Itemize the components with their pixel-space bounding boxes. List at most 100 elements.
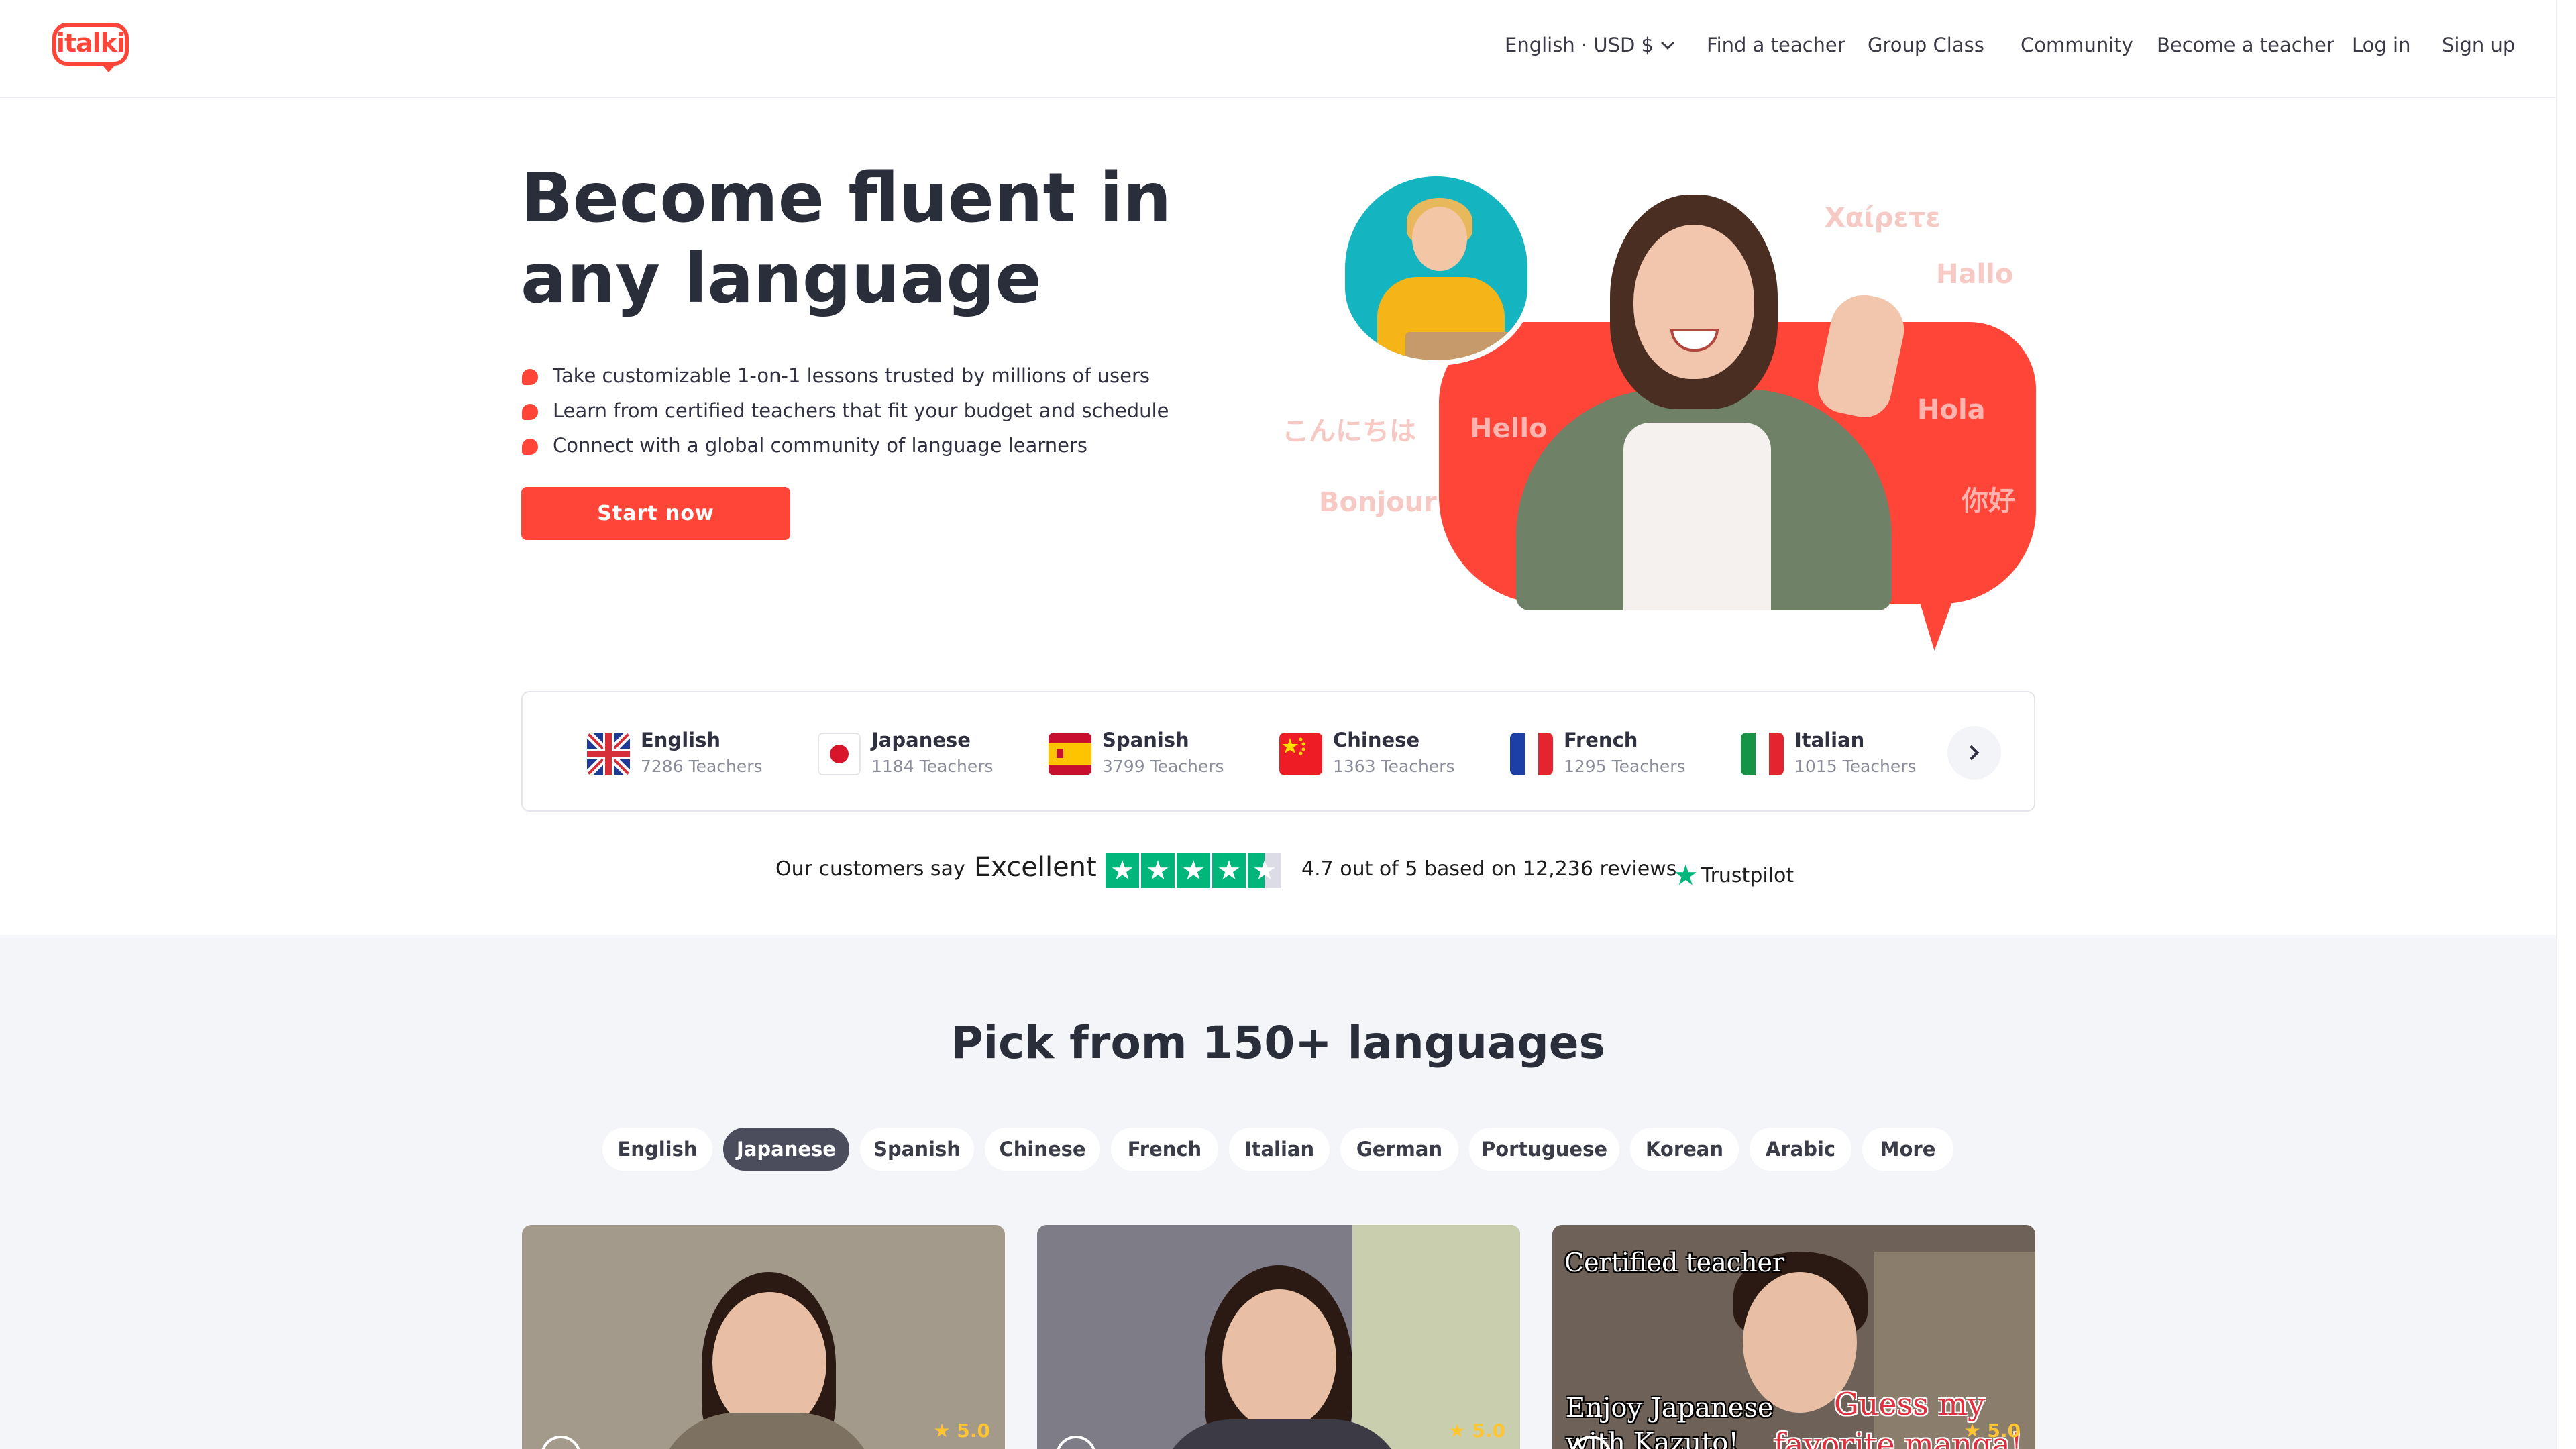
logo-text: italki <box>56 28 125 58</box>
bullet-text: Learn from certified teachers that fit y… <box>553 399 1169 422</box>
star-icon: ★ <box>1448 1419 1472 1442</box>
teacher-video-card[interactable]: ★ 5.0 <box>522 1225 1005 1449</box>
rating-value: 5.0 <box>1472 1419 1505 1442</box>
rating-value: 5.0 <box>957 1419 990 1442</box>
trustpilot-summary[interactable]: 4.7 out of 5 based on 12,236 reviews <box>1301 857 1676 881</box>
pill-german[interactable]: German <box>1340 1128 1458 1171</box>
star-icon: ★ <box>1106 853 1139 888</box>
chevron-down-icon <box>1661 36 1674 50</box>
pill-arabic[interactable]: Arabic <box>1750 1128 1851 1171</box>
greeting-german: Hallo <box>1936 259 2014 290</box>
nav-community[interactable]: Community <box>2021 34 2133 56</box>
scrollbar[interactable] <box>2556 0 2576 1449</box>
play-icon[interactable] <box>1056 1436 1096 1449</box>
lang-count: 1015 Teachers <box>1794 757 1917 776</box>
pill-english[interactable]: English <box>602 1128 712 1171</box>
bullet-icon <box>522 369 538 385</box>
lang-name: English <box>641 729 721 751</box>
next-languages-button[interactable] <box>1947 726 2001 780</box>
trustpilot-rating-word: Excellent <box>974 852 1097 883</box>
star-icon: ★ <box>1212 853 1246 888</box>
teacher-shoulders <box>656 1413 877 1449</box>
italki-logo[interactable]: italki <box>52 23 130 72</box>
bullet-text: Connect with a global community of langu… <box>553 434 1088 457</box>
nav-signup[interactable]: Sign up <box>2442 34 2515 56</box>
overlay-guess: Guess my <box>1834 1386 1986 1422</box>
curtain <box>1352 1225 1520 1449</box>
pill-chinese[interactable]: Chinese <box>985 1128 1100 1171</box>
card-rating: ★ 5.0 <box>1964 1419 2021 1442</box>
student-head <box>1412 207 1467 271</box>
lang-count: 1184 Teachers <box>871 757 994 776</box>
italy-flag-icon <box>1741 733 1784 775</box>
trustpilot-say: Our customers say <box>775 857 965 881</box>
star-icon: ★ <box>1141 853 1175 888</box>
bullet-text: Take customizable 1-on-1 lessons trusted… <box>553 364 1150 387</box>
rating-value: 5.0 <box>1987 1419 2021 1442</box>
locale-selector[interactable]: English · USD $ <box>1505 34 1674 56</box>
bullet-icon <box>522 404 538 420</box>
card-rating: ★ 5.0 <box>934 1419 990 1442</box>
start-now-button[interactable]: Start now <box>521 487 790 540</box>
play-icon[interactable] <box>541 1436 581 1449</box>
logo-tail <box>99 62 118 72</box>
japan-flag-icon <box>818 733 861 775</box>
hero-title: Become fluent in any language <box>521 158 1172 319</box>
chevron-right-icon <box>1964 745 1980 761</box>
lang-count: 7286 Teachers <box>641 757 763 776</box>
overlay-enjoy: Enjoy Japanese <box>1566 1393 1774 1424</box>
teacher-video-card[interactable]: Certified teacher Enjoy Japanese with Ka… <box>1552 1225 2035 1449</box>
lang-name: French <box>1564 729 1638 751</box>
greeting-spanish: Hola <box>1917 394 1986 425</box>
nav-become-teacher[interactable]: Become a teacher <box>2157 34 2334 56</box>
lang-count: 1363 Teachers <box>1333 757 1455 776</box>
student-avatar <box>1340 171 1533 366</box>
hero-bullets: Take customizable 1-on-1 lessons trusted… <box>521 361 1258 466</box>
lang-name: Japanese <box>871 729 971 751</box>
star-icon: ★ <box>933 1419 957 1442</box>
language-strip: English 7286 Teachers Japanese 1184 Teac… <box>521 691 2035 812</box>
lang-name: Chinese <box>1333 729 1420 751</box>
pill-korean[interactable]: Korean <box>1630 1128 1739 1171</box>
nav-login[interactable]: Log in <box>2352 34 2410 56</box>
trustpilot-logo[interactable]: ★ Trustpilot <box>1673 856 1794 892</box>
hero-bullet: Connect with a global community of langu… <box>521 431 1258 466</box>
greeting-greek: Χαίρετε <box>1825 203 1941 233</box>
star-icon: ★ <box>1964 1419 1988 1442</box>
pill-more[interactable]: More <box>1862 1128 1953 1171</box>
trustpilot-stars[interactable]: ★ ★ ★ ★ ★ <box>1106 853 1283 888</box>
nav-find-teacher[interactable]: Find a teacher <box>1707 34 1845 56</box>
overlay-certified: Certified teacher <box>1564 1248 1785 1277</box>
lang-count: 1295 Teachers <box>1564 757 1686 776</box>
greeting-chinese: 你好 <box>1962 486 2015 517</box>
trustpilot-logo-text: Trustpilot <box>1701 864 1794 888</box>
pill-portuguese[interactable]: Portuguese <box>1469 1128 1619 1171</box>
greeting-japanese: こんにちは <box>1282 416 1416 447</box>
pill-italian[interactable]: Italian <box>1229 1128 1330 1171</box>
section-title: Pick from 150+ languages <box>951 1017 1605 1069</box>
trustpilot-star-icon: ★ <box>1673 859 1699 892</box>
star-icon: ★ <box>1177 853 1210 888</box>
greeting-french: Bonjour <box>1319 487 1437 518</box>
pill-japanese[interactable]: Japanese <box>723 1128 849 1171</box>
half-star-icon: ★ <box>1248 853 1281 888</box>
lang-name: Spanish <box>1102 729 1189 751</box>
locale-label: English · USD $ <box>1505 34 1654 56</box>
hero-illustration: Χαίρετε Hallo こんにちは Hello Hola 你好 Bonjou… <box>1261 161 2066 657</box>
greeting-english: Hello <box>1470 413 1548 444</box>
teacher-top <box>1623 423 1771 610</box>
lang-name: Italian <box>1794 729 1865 751</box>
uk-flag-icon <box>587 733 630 775</box>
pill-french[interactable]: French <box>1111 1128 1218 1171</box>
france-flag-icon <box>1510 733 1553 775</box>
china-flag-icon <box>1279 733 1322 775</box>
teacher-video-card[interactable]: ★ 5.0 <box>1037 1225 1520 1449</box>
nav-group-class[interactable]: Group Class <box>1868 34 1984 56</box>
spain-flag-icon <box>1049 733 1091 775</box>
bullet-icon <box>522 439 538 455</box>
site-header: italki English · USD $ Find a teacher Gr… <box>0 0 2556 98</box>
hero-bullet: Learn from certified teachers that fit y… <box>521 396 1258 431</box>
hero-bullet: Take customizable 1-on-1 lessons trusted… <box>521 361 1258 396</box>
pill-spanish[interactable]: Spanish <box>860 1128 974 1171</box>
teacher-face <box>1222 1289 1336 1430</box>
